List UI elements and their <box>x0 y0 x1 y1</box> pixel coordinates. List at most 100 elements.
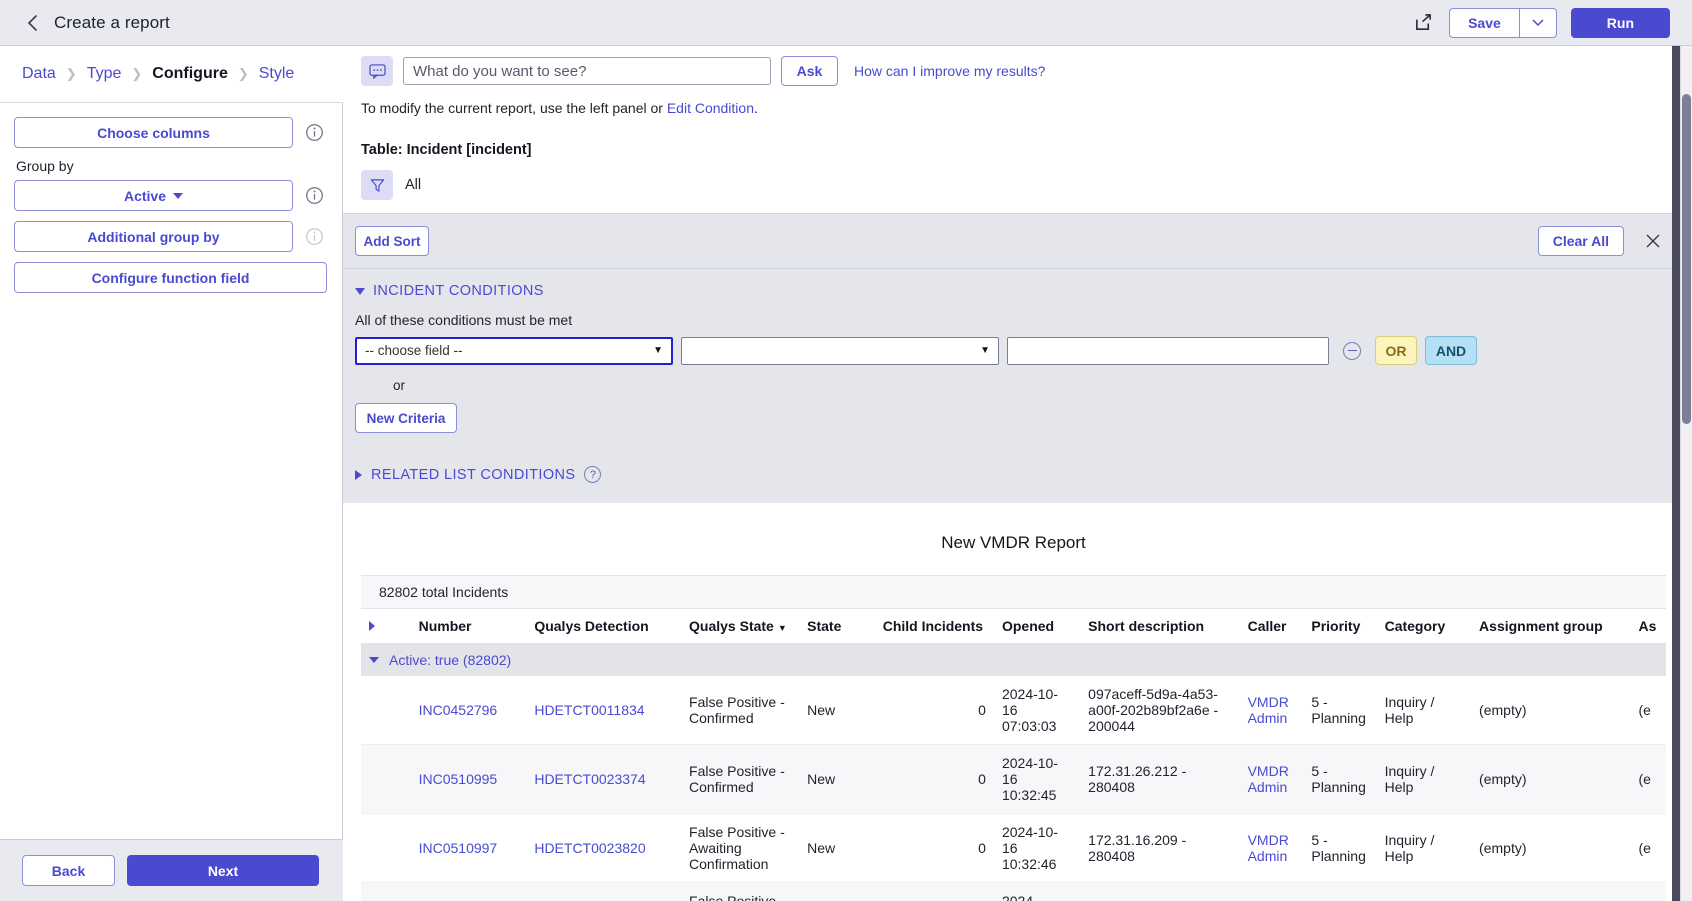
title-bar: Create a report Save Run <box>0 0 1692 46</box>
question-circle-icon[interactable]: ? <box>584 466 601 483</box>
cell-category <box>1377 883 1471 901</box>
cell-caller[interactable]: VMDR Admin <box>1240 676 1304 745</box>
qualys-detection-link[interactable]: HDETCT0011834 <box>534 702 644 718</box>
back-button[interactable]: Back <box>22 855 115 886</box>
table-row[interactable]: False Positive - 2024- <box>361 883 1666 901</box>
table-header-qualys-detection[interactable]: Qualys Detection <box>526 609 681 644</box>
cell-caller[interactable] <box>1240 883 1304 901</box>
cell-qualys-detection[interactable]: HDETCT0011834 <box>526 676 681 745</box>
related-list-conditions-header[interactable]: RELATED LIST CONDITIONS ? <box>355 466 1684 483</box>
cell-opened: 2024-10-16 10:32:45 <box>994 745 1080 814</box>
add-sort-button[interactable]: Add Sort <box>355 226 429 256</box>
share-external-icon[interactable] <box>1411 11 1435 35</box>
triangle-down-icon[interactable] <box>369 657 379 663</box>
table-header-category[interactable]: Category <box>1377 609 1471 644</box>
table-group-label[interactable]: Active: true (82802) <box>389 652 511 668</box>
table-header-caller[interactable]: Caller <box>1240 609 1304 644</box>
condition-value-input[interactable] <box>1007 337 1329 365</box>
table-header-child-incidents[interactable]: Child Incidents <box>875 609 994 644</box>
new-criteria-button[interactable]: New Criteria <box>355 403 457 433</box>
cell-priority: 5 - Planning <box>1303 814 1376 883</box>
table-header-number[interactable]: Number <box>411 609 527 644</box>
cell-number[interactable] <box>411 883 527 901</box>
main-panel: Ask How can I improve my results? To mod… <box>343 46 1684 901</box>
close-x-icon[interactable] <box>1642 230 1664 252</box>
cell-qualys-detection[interactable]: HDETCT0023820 <box>526 814 681 883</box>
table-header-expand[interactable] <box>361 609 411 644</box>
group-by-dropdown[interactable]: Active <box>14 180 293 211</box>
row-expand-cell <box>361 814 411 883</box>
cell-assignment-group: (empty) <box>1471 745 1630 814</box>
chevron-right-icon: ❯ <box>238 66 249 82</box>
filter-bar: All <box>343 158 1684 200</box>
back-chevron-icon[interactable] <box>22 13 42 33</box>
cell-qualys-state: False Positive - Awaiting Confirmation <box>681 814 799 883</box>
table-header-opened[interactable]: Opened <box>994 609 1080 644</box>
table-row[interactable]: INC0510995 HDETCT0023374 False Positive … <box>361 745 1666 814</box>
info-circle-icon[interactable] <box>301 182 328 209</box>
number-link[interactable]: INC0510995 <box>419 771 498 787</box>
info-circle-icon[interactable] <box>301 119 328 146</box>
vertical-scrollbar[interactable] <box>1680 46 1692 901</box>
number-link[interactable]: INC0510997 <box>419 840 498 856</box>
cell-number[interactable]: INC0452796 <box>411 676 527 745</box>
cell-state: New <box>799 814 875 883</box>
breadcrumb-item-configure[interactable]: Configure <box>152 65 228 83</box>
vertical-scrollbar-thumb[interactable] <box>1682 94 1691 424</box>
run-button[interactable]: Run <box>1571 8 1670 38</box>
qualys-detection-link[interactable]: HDETCT0023374 <box>534 771 645 787</box>
table-header-qualys-state[interactable]: Qualys State▼ <box>681 609 799 644</box>
next-button[interactable]: Next <box>127 855 319 886</box>
breadcrumb-item-type[interactable]: Type <box>87 65 122 83</box>
condition-builder-panel: Add Sort Clear All INCIDENT CONDITIONS A… <box>343 213 1684 503</box>
table-header-assignment-group[interactable]: Assignment group <box>1471 609 1630 644</box>
ask-button[interactable]: Ask <box>781 56 838 86</box>
cell-state: New <box>799 676 875 745</box>
cell-number[interactable]: INC0510997 <box>411 814 527 883</box>
cell-short-description <box>1080 883 1239 901</box>
incident-conditions-title: INCIDENT CONDITIONS <box>373 283 544 299</box>
breadcrumb-item-style[interactable]: Style <box>259 65 295 83</box>
breadcrumb-item-data[interactable]: Data <box>22 65 56 83</box>
cell-qualys-detection[interactable]: HDETCT0023374 <box>526 745 681 814</box>
cell-qualys-state: False Positive - Confirmed <box>681 745 799 814</box>
cell-assigned-to <box>1630 883 1666 901</box>
or-button[interactable]: OR <box>1375 336 1417 365</box>
table-group-row[interactable]: Active: true (82802) <box>361 644 1666 677</box>
caller-link[interactable]: VMDR Admin <box>1248 763 1289 795</box>
table-row[interactable]: INC0452796 HDETCT0011834 False Positive … <box>361 676 1666 745</box>
cell-short-description: 172.31.26.212 - 280408 <box>1080 745 1239 814</box>
clear-all-button[interactable]: Clear All <box>1538 226 1624 256</box>
caller-link[interactable]: VMDR Admin <box>1248 694 1289 726</box>
incident-conditions-header[interactable]: INCIDENT CONDITIONS <box>355 283 1684 299</box>
table-header-priority[interactable]: Priority <box>1303 609 1376 644</box>
configure-function-field-button[interactable]: Configure function field <box>14 262 327 293</box>
and-button[interactable]: AND <box>1425 336 1477 365</box>
cell-caller[interactable]: VMDR Admin <box>1240 745 1304 814</box>
additional-group-by-button[interactable]: Additional group by <box>14 221 293 252</box>
table-row[interactable]: INC0510997 HDETCT0023820 False Positive … <box>361 814 1666 883</box>
minus-circle-icon[interactable] <box>1343 342 1361 360</box>
table-header-assigned-to[interactable]: As <box>1630 609 1666 644</box>
filter-funnel-icon[interactable] <box>361 170 393 200</box>
cell-qualys-detection[interactable] <box>526 883 681 901</box>
save-dropdown-chevron-down-icon[interactable] <box>1519 8 1557 38</box>
report-area: New VMDR Report 82802 total Incidents Nu… <box>343 503 1684 901</box>
choose-columns-button[interactable]: Choose columns <box>14 117 293 148</box>
chat-bubble-icon[interactable] <box>361 56 393 86</box>
cell-caller[interactable]: VMDR Admin <box>1240 814 1304 883</box>
save-button-group: Save <box>1449 8 1557 38</box>
cell-number[interactable]: INC0510995 <box>411 745 527 814</box>
number-link[interactable]: INC0452796 <box>419 702 498 718</box>
condition-operator-select[interactable]: ▼ <box>681 337 999 365</box>
edit-condition-link[interactable]: Edit Condition <box>667 100 754 116</box>
ask-input[interactable] <box>403 57 771 85</box>
caller-link[interactable]: VMDR Admin <box>1248 832 1289 864</box>
improve-results-link[interactable]: How can I improve my results? <box>854 63 1045 79</box>
table-header-short-description[interactable]: Short description <box>1080 609 1239 644</box>
condition-toolbar-right: Clear All <box>1538 226 1684 256</box>
condition-field-select[interactable]: -- choose field -- ▼ <box>355 337 673 365</box>
qualys-detection-link[interactable]: HDETCT0023820 <box>534 840 645 856</box>
table-header-state[interactable]: State <box>799 609 875 644</box>
save-button[interactable]: Save <box>1449 8 1519 38</box>
